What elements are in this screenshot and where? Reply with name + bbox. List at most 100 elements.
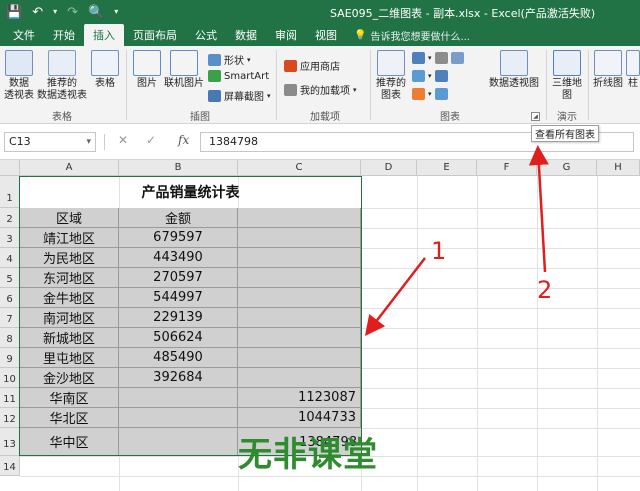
header-cell-region[interactable]: 区域 <box>20 208 119 228</box>
table-cell[interactable]: 270597 <box>119 268 238 288</box>
table-cell[interactable] <box>238 368 361 388</box>
table-button[interactable]: 表格 <box>90 50 120 90</box>
customize-qat-icon[interactable]: ▾ <box>114 8 118 16</box>
screenshot-button[interactable]: 屏幕截图 ▾ <box>208 88 271 103</box>
table-cell[interactable]: 229139 <box>119 308 238 328</box>
table-cell[interactable]: 为民地区 <box>20 248 119 268</box>
my-addins-button[interactable]: 我的加载项 ▾ <box>284 82 357 97</box>
print-preview-icon[interactable]: 🔍 <box>88 6 104 19</box>
row-header[interactable]: 4 <box>0 248 20 268</box>
table-cell[interactable]: 485490 <box>119 348 238 368</box>
table-cell[interactable] <box>238 328 361 348</box>
sparkline-line-button[interactable]: 折线图 <box>592 50 624 90</box>
smartart-button[interactable]: SmartArt <box>208 70 269 82</box>
line-chart-button[interactable]: ▾ <box>412 70 448 82</box>
column-header-f[interactable]: F <box>477 160 537 176</box>
select-all-corner[interactable] <box>0 160 20 176</box>
tab-formulas[interactable]: 公式 <box>186 24 226 46</box>
table-cell[interactable] <box>238 208 361 228</box>
shapes-button[interactable]: 形状 ▾ <box>208 52 251 67</box>
table-cell[interactable]: 1044733 <box>238 408 361 428</box>
tab-insert[interactable]: 插入 <box>84 24 124 46</box>
table-cell[interactable]: 东河地区 <box>20 268 119 288</box>
name-box[interactable]: C13 ▾ <box>4 132 96 152</box>
redo-icon[interactable]: ↷ <box>67 6 78 19</box>
enter-icon[interactable]: ✓ <box>146 133 156 147</box>
row-header[interactable]: 1 <box>0 176 20 208</box>
recommended-pivot-button[interactable]: 推荐的 数据透视表 <box>36 50 88 102</box>
table-cell[interactable] <box>238 228 361 248</box>
sparkline-column-label: 柱 <box>628 78 638 89</box>
row-header[interactable]: 11 <box>0 388 20 408</box>
insert-function-icon[interactable]: fx <box>178 133 189 147</box>
row-header[interactable]: 8 <box>0 328 20 348</box>
column-header-g[interactable]: G <box>537 160 597 176</box>
table-cell[interactable] <box>238 348 361 368</box>
cancel-icon[interactable]: ✕ <box>118 133 128 147</box>
undo-icon[interactable]: ↶ <box>32 6 43 19</box>
tab-home[interactable]: 开始 <box>44 24 84 46</box>
column-chart-button[interactable]: ▾ <box>412 52 464 64</box>
table-cell[interactable]: 1123087 <box>238 388 361 408</box>
sparkline-column-button[interactable]: 柱 <box>626 50 640 90</box>
row-header[interactable]: 6 <box>0 288 20 308</box>
3d-map-button[interactable]: 三维地 图 <box>550 50 584 102</box>
sheet-title-cell[interactable]: 产品销量统计表 <box>20 176 361 208</box>
tell-me-box[interactable]: 💡 告诉我您想要做什么... <box>354 24 470 46</box>
row-header[interactable]: 2 <box>0 208 20 228</box>
undo-dropdown-icon[interactable]: ▾ <box>53 8 57 16</box>
table-cell[interactable]: 华中区 <box>20 428 119 456</box>
column-header-c[interactable]: C <box>238 160 361 176</box>
row-header[interactable]: 10 <box>0 368 20 388</box>
row-header[interactable]: 9 <box>0 348 20 368</box>
table-cell[interactable]: 679597 <box>119 228 238 248</box>
tab-file[interactable]: 文件 <box>4 24 44 46</box>
tab-review[interactable]: 审阅 <box>266 24 306 46</box>
tab-view[interactable]: 视图 <box>306 24 346 46</box>
table-cell[interactable] <box>238 308 361 328</box>
column-header-b[interactable]: B <box>119 160 238 176</box>
column-header-e[interactable]: E <box>417 160 477 176</box>
table-cell[interactable]: 华南区 <box>20 388 119 408</box>
table-cell[interactable]: 新城地区 <box>20 328 119 348</box>
table-cell[interactable]: 金沙地区 <box>20 368 119 388</box>
table-cell[interactable]: 443490 <box>119 248 238 268</box>
table-cell[interactable] <box>238 268 361 288</box>
table-cell[interactable] <box>119 428 238 456</box>
table-cell[interactable]: 南河地区 <box>20 308 119 328</box>
addins-icon <box>284 83 297 96</box>
table-cell[interactable]: 金牛地区 <box>20 288 119 308</box>
header-cell-amount[interactable]: 金额 <box>119 208 238 228</box>
table-cell[interactable] <box>119 408 238 428</box>
row-header[interactable]: 13 <box>0 428 20 456</box>
table-cell[interactable]: 靖江地区 <box>20 228 119 248</box>
row-header[interactable]: 14 <box>0 456 20 476</box>
table-cell[interactable]: 里屯地区 <box>20 348 119 368</box>
row-header[interactable]: 3 <box>0 228 20 248</box>
save-icon[interactable]: 💾 <box>6 6 22 19</box>
chevron-down-icon[interactable]: ▾ <box>86 133 91 151</box>
row-header[interactable]: 5 <box>0 268 20 288</box>
row-header[interactable]: 12 <box>0 408 20 428</box>
picture-button[interactable]: 图片 <box>132 50 162 90</box>
charts-dialog-launcher[interactable]: ◢ <box>531 112 540 121</box>
tab-data[interactable]: 数据 <box>226 24 266 46</box>
online-picture-button[interactable]: 联机图片 <box>164 50 204 90</box>
table-cell[interactable]: 544997 <box>119 288 238 308</box>
store-button[interactable]: 应用商店 <box>284 58 340 73</box>
pie-chart-button[interactable]: ▾ <box>412 88 448 100</box>
pivot-table-button[interactable]: 数据 透视表 <box>4 50 34 102</box>
table-cell[interactable] <box>238 248 361 268</box>
pivot-chart-button[interactable]: 数据透视图 <box>488 50 540 90</box>
table-cell[interactable]: 506624 <box>119 328 238 348</box>
column-header-a[interactable]: A <box>20 160 119 176</box>
recommended-charts-button[interactable]: 推荐的 图表 <box>374 50 408 102</box>
table-cell[interactable]: 392684 <box>119 368 238 388</box>
column-header-h[interactable]: H <box>597 160 640 176</box>
table-cell[interactable] <box>238 288 361 308</box>
tab-page-layout[interactable]: 页面布局 <box>124 24 186 46</box>
table-cell[interactable]: 华北区 <box>20 408 119 428</box>
table-cell[interactable] <box>119 388 238 408</box>
column-header-d[interactable]: D <box>361 160 417 176</box>
row-header[interactable]: 7 <box>0 308 20 328</box>
